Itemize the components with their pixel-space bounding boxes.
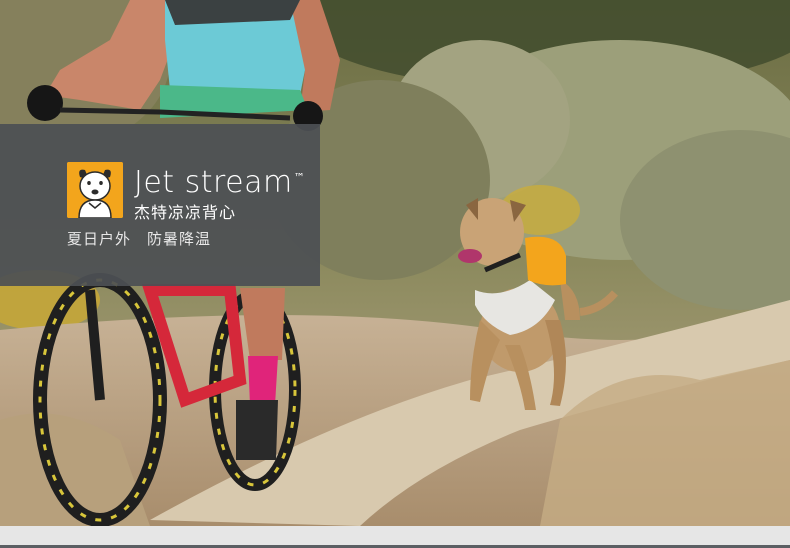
- dog-head-logo-icon: [67, 162, 123, 218]
- product-tagline: 夏日户外 防暑降温: [67, 230, 212, 248]
- trademark-symbol: ™: [293, 171, 306, 184]
- product-chinese-name: 杰特凉凉背心: [134, 203, 237, 222]
- bottom-divider: [0, 526, 790, 548]
- product-banner: Jet stream™ 杰特凉凉背心 夏日户外 防暑降温: [0, 124, 320, 286]
- product-title: Jet stream™: [134, 160, 305, 201]
- product-name: Jet stream: [134, 165, 293, 200]
